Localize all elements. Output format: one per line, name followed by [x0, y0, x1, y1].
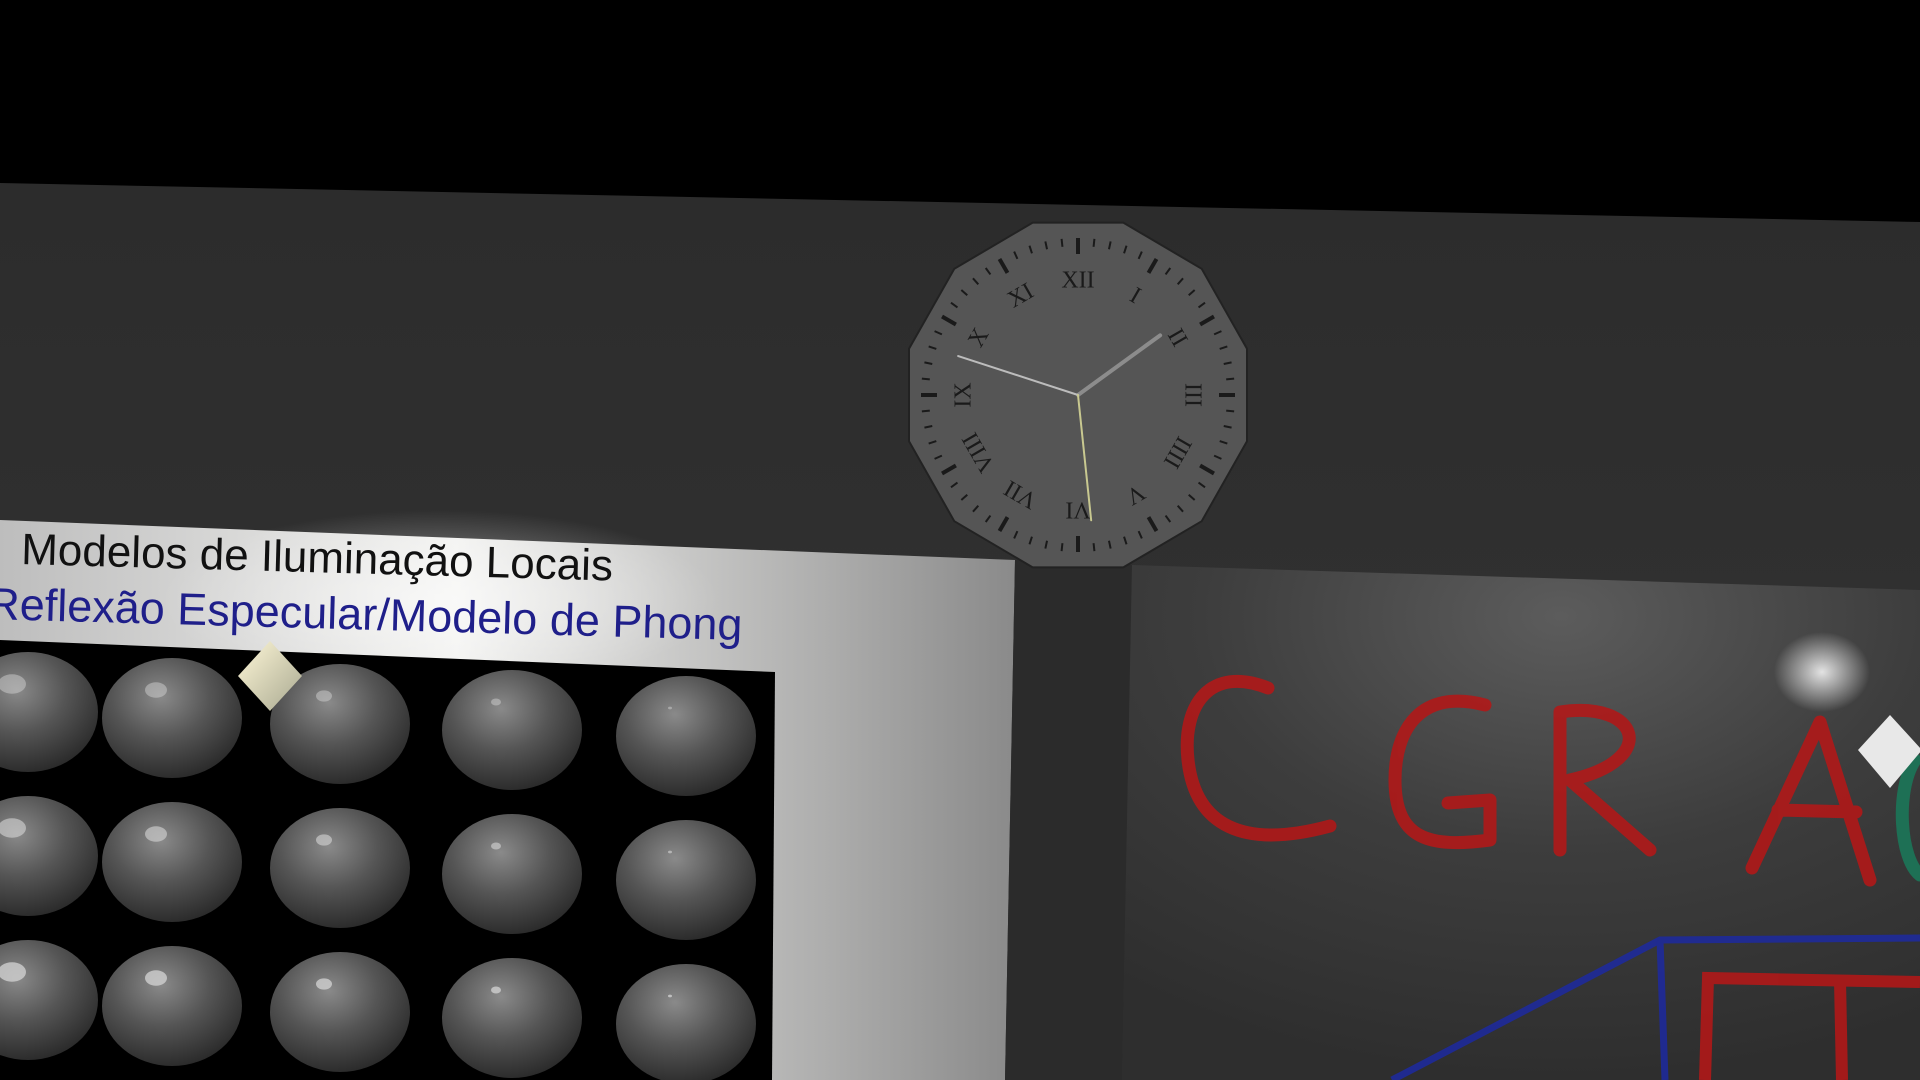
- sphere-grid: [0, 652, 756, 1080]
- specular-highlight: [491, 986, 501, 994]
- specular-highlight: [145, 970, 167, 986]
- specular-highlight: [668, 994, 672, 998]
- clock-numeral: VI: [1065, 496, 1090, 522]
- phong-sphere: [270, 808, 410, 928]
- phong-sphere: [616, 676, 756, 796]
- clock-tick: [1226, 377, 1235, 381]
- specular-highlight: [316, 978, 332, 990]
- whiteboard: [1122, 565, 1920, 1080]
- specular-highlight: [668, 850, 672, 854]
- phong-sphere: [616, 820, 756, 940]
- clock-numeral: XII: [1061, 268, 1094, 294]
- specular-highlight: [491, 842, 501, 850]
- clock-tick: [1092, 543, 1096, 552]
- phong-sphere: [442, 670, 582, 790]
- specular-highlight: [316, 690, 332, 702]
- wall-clock: XIIIIIIIIIIIIVVIVIIVIIIIXXXI: [908, 221, 1248, 569]
- phong-sphere: [616, 964, 756, 1080]
- clock-tick: [921, 377, 930, 381]
- specular-highlight: [316, 834, 332, 846]
- specular-highlight: [491, 698, 501, 706]
- specular-highlight: [668, 706, 672, 710]
- wall-pillar: [1005, 560, 1132, 1080]
- phong-sphere: [270, 952, 410, 1072]
- phong-sphere: [102, 946, 242, 1066]
- phong-sphere: [442, 958, 582, 1078]
- specular-highlight: [145, 682, 167, 698]
- clock-numeral: III: [1179, 383, 1205, 407]
- clock-tick: [1060, 543, 1064, 552]
- phong-sphere: [102, 802, 242, 922]
- clock-tick: [1226, 409, 1235, 413]
- clock-tick: [921, 409, 930, 413]
- specular-highlight: [145, 826, 167, 842]
- clock-numeral: IX: [951, 382, 977, 407]
- phong-sphere: [442, 814, 582, 934]
- clock-tick: [1092, 238, 1096, 247]
- phong-sphere: [102, 658, 242, 778]
- clock-tick: [1060, 238, 1064, 247]
